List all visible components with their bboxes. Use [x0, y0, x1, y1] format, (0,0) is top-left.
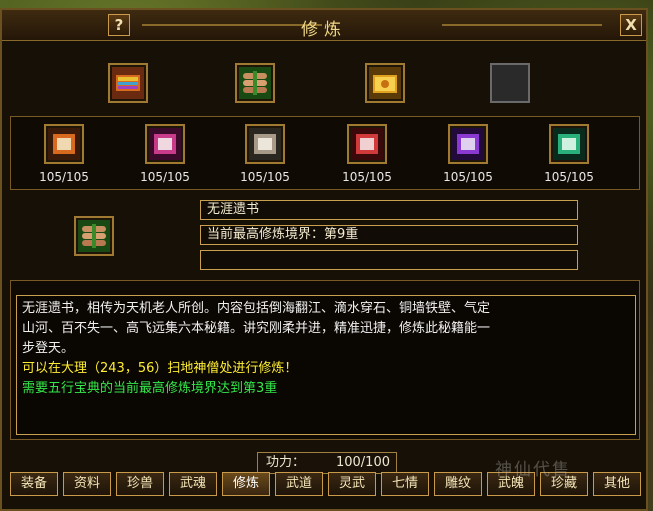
selected-book-extra	[200, 250, 578, 270]
skill-slot-6[interactable]	[549, 124, 589, 164]
help-button[interactable]: ?	[108, 14, 130, 36]
book-slot-1[interactable]	[108, 63, 148, 103]
scroll-bundle-icon	[78, 220, 110, 252]
gold-book-icon	[369, 67, 401, 99]
power-label: 功力：	[266, 455, 306, 470]
skill-count-3: 105/105	[240, 170, 290, 184]
description-box[interactable]: 无涯遗书，相传为天机老人所创。内容包括倒海翻江、滴水穿石、铜墙铁壁、气定 山河、…	[16, 295, 636, 435]
book-slot-empty[interactable]	[490, 63, 530, 103]
skill-count-6: 105/105	[544, 170, 594, 184]
description-line-3: 步登天。	[22, 341, 75, 356]
skill-slot-3[interactable]	[245, 124, 285, 164]
tab-info[interactable]: 资料	[63, 472, 111, 496]
skill-slot-5[interactable]	[448, 124, 488, 164]
cultivation-window: 修炼 ? X 105/105 105/105 105/105 105/105 1…	[0, 8, 648, 511]
selected-book-realm: 当前最高修炼境界：第9重	[200, 225, 578, 245]
skill-count-2: 105/105	[140, 170, 190, 184]
scroll-bundle-icon	[239, 67, 271, 99]
tab-warsoul[interactable]: 武魂	[169, 472, 217, 496]
close-button[interactable]: X	[620, 14, 642, 36]
empty-slot-icon	[494, 67, 526, 99]
skill-count-1: 105/105	[39, 170, 89, 184]
skill-count-4: 105/105	[342, 170, 392, 184]
purple-scroll-icon	[452, 128, 484, 160]
pink-scroll-icon	[149, 128, 181, 160]
tab-spirit-weapon[interactable]: 灵武	[328, 472, 376, 496]
requirement-hint: 需要五行宝典的当前最高修炼境界达到第3重	[22, 381, 278, 396]
window-title: 修炼	[301, 20, 347, 40]
tab-other[interactable]: 其他	[593, 472, 641, 496]
book-slot-3[interactable]	[365, 63, 405, 103]
selected-book-slot[interactable]	[74, 216, 114, 256]
tab-pets[interactable]: 珍兽	[116, 472, 164, 496]
selected-book-name: 无涯遗书	[200, 200, 578, 220]
power-value: 100/100	[335, 455, 390, 470]
book-slot-2[interactable]	[235, 63, 275, 103]
skill-count-5: 105/105	[443, 170, 493, 184]
tab-martial-way[interactable]: 武道	[275, 472, 323, 496]
tab-equipment[interactable]: 装备	[10, 472, 58, 496]
tab-engraving[interactable]: 雕纹	[434, 472, 482, 496]
title-bar[interactable]: 修炼 ? X	[2, 10, 646, 41]
green-scroll-icon	[553, 128, 585, 160]
power-display: 功力： 100/100	[257, 452, 397, 474]
rainbow-book-icon	[112, 67, 144, 99]
skill-slot-1[interactable]	[44, 124, 84, 164]
description-line-1: 无涯遗书，相传为天机老人所创。内容包括倒海翻江、滴水穿石、铜墙铁壁、气定	[22, 301, 491, 316]
skill-slot-2[interactable]	[145, 124, 185, 164]
tab-emotions[interactable]: 七情	[381, 472, 429, 496]
skill-slot-4[interactable]	[347, 124, 387, 164]
location-hint: 可以在大理（243，56）扫地神僧处进行修炼！	[22, 361, 298, 376]
watermark: 神仙代售	[495, 460, 571, 480]
description-line-2: 山河、百不失一、高飞远集六本秘籍。讲究刚柔并进，精准迅捷，修炼此秘籍能一	[22, 321, 491, 336]
silver-scroll-icon	[249, 128, 281, 160]
red-scroll-icon	[351, 128, 383, 160]
tab-cultivation[interactable]: 修炼	[222, 472, 270, 496]
orange-scroll-icon	[48, 128, 80, 160]
